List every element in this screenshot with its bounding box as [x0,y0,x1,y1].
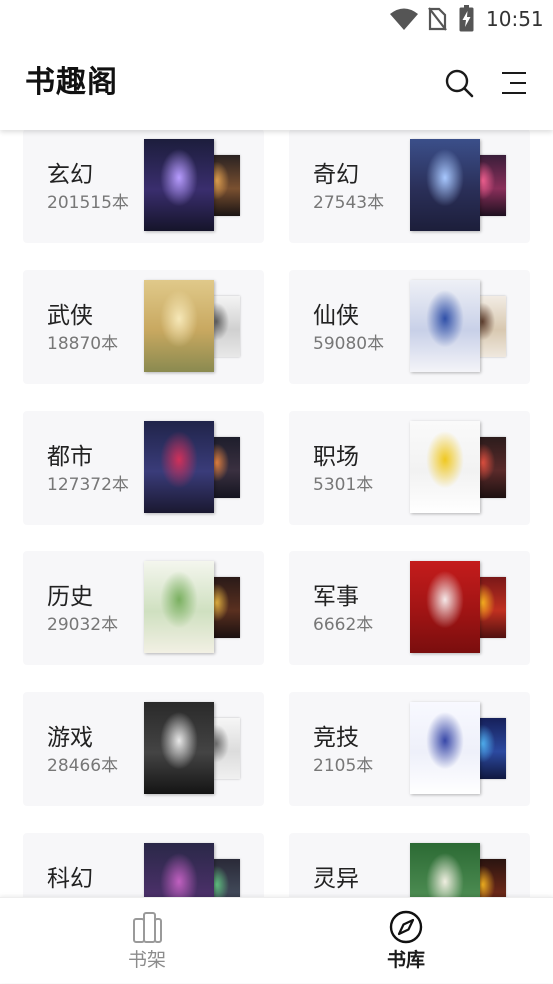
wifi-icon [390,8,418,30]
category-book-count: 28466本 [47,756,119,776]
menu-icon[interactable] [499,68,529,98]
nav-label: 书架 [127,949,166,971]
no-sim-icon [428,7,447,31]
book-cover-image [410,139,480,231]
category-card-dushi[interactable]: 都市 127372本 [23,411,264,525]
book-cover-image [144,280,214,372]
nav-tab-library[interactable]: 书库 [346,898,466,984]
category-book-count: 18870本 [47,334,119,354]
book-cover-image [410,421,480,513]
bookshelf-icon [133,912,162,943]
category-book-count: 27543本 [313,193,385,213]
book-cover-image [410,561,480,653]
category-card-wuxia[interactable]: 武侠 18870本 [23,270,264,384]
nav-label: 书库 [386,949,425,971]
category-book-count: 6662本 [313,615,374,635]
category-card-jingji[interactable]: 竞技 2105本 [289,692,530,806]
category-name: 奇幻 [313,162,359,188]
category-name: 灵异 [313,866,359,892]
bottom-navigation: 书架 书库 [0,897,553,983]
compass-icon [389,910,423,944]
category-name: 仙侠 [313,303,359,329]
category-book-count: 2105本 [313,756,374,776]
category-name: 职场 [313,444,359,470]
category-card-xuanhuan[interactable]: 玄幻 201515本 [23,129,264,243]
category-name: 都市 [47,444,93,470]
nav-tab-bookshelf[interactable]: 书架 [87,898,207,984]
app-header: 书趣阁 [0,38,553,130]
category-card-youxi[interactable]: 游戏 28466本 [23,692,264,806]
category-name: 竞技 [313,725,359,751]
category-card-qihuan[interactable]: 奇幻 27543本 [289,129,530,243]
category-card-lishi[interactable]: 历史 29032本 [23,551,264,665]
category-card-kehuan[interactable]: 科幻 [23,833,264,897]
book-cover-image [410,702,480,794]
category-book-count: 29032本 [47,615,119,635]
category-name: 科幻 [47,866,93,892]
book-cover-image [144,702,214,794]
category-book-count: 5301本 [313,475,374,495]
book-cover-image [144,843,214,897]
search-icon[interactable] [444,68,474,98]
category-name: 武侠 [47,303,93,329]
category-card-junshi[interactable]: 军事 6662本 [289,551,530,665]
category-card-lingyi[interactable]: 灵异 [289,833,530,897]
book-cover-image [410,280,480,372]
category-name: 历史 [47,584,93,610]
category-book-count: 201515本 [47,193,129,213]
category-name: 玄幻 [47,162,93,188]
clock-time: 10:51 [486,7,544,31]
category-card-zhichang[interactable]: 职场 5301本 [289,411,530,525]
category-name: 游戏 [47,725,93,751]
category-grid: 玄幻 201515本 奇幻 27543本 武侠 18870本 仙侠 59080本… [0,0,553,897]
status-bar: 10:51 [0,0,553,38]
book-cover-image [144,139,214,231]
battery-charging-icon [459,5,474,32]
category-book-count: 127372本 [47,475,129,495]
book-cover-image [144,421,214,513]
category-book-count: 59080本 [313,334,385,354]
category-card-xianxia[interactable]: 仙侠 59080本 [289,270,530,384]
app-title: 书趣阁 [25,65,118,100]
book-cover-image [144,561,214,653]
category-name: 军事 [313,584,359,610]
book-cover-image [410,843,480,897]
